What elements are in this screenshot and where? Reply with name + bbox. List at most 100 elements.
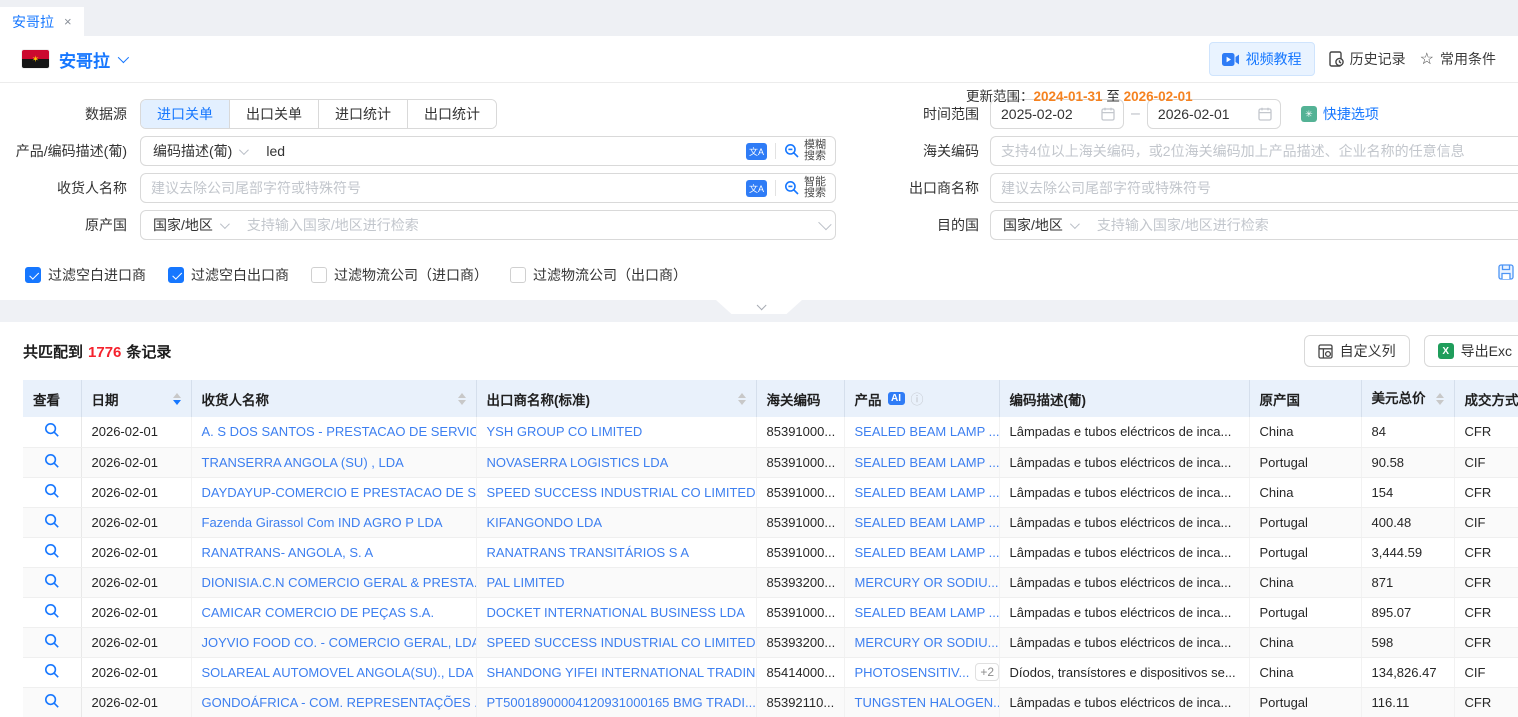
cell-exporter: SPEED SUCCESS INDUSTRIAL CO LIMITED	[476, 477, 756, 507]
view-detail-icon[interactable]	[44, 693, 60, 709]
origin-mode-select[interactable]: 国家/地区	[141, 215, 237, 235]
history-button[interactable]: 历史记录	[1329, 49, 1406, 69]
view-detail-icon[interactable]	[44, 663, 60, 679]
date-range-separator: –	[1131, 105, 1140, 123]
close-icon[interactable]: ×	[64, 15, 72, 28]
destination-country-input[interactable]	[1087, 211, 1518, 239]
exporter-link[interactable]: PT50018900004120931000165 BMG TRADI...	[487, 695, 756, 710]
customize-columns-button[interactable]: 自定义列	[1304, 335, 1410, 367]
checkbox-icon[interactable]	[25, 267, 41, 283]
collapse-panel-handle[interactable]	[716, 300, 802, 314]
view-detail-icon[interactable]	[44, 573, 60, 589]
exporter-input[interactable]	[991, 174, 1518, 202]
origin-country-input[interactable]	[237, 211, 818, 239]
product-link[interactable]: SEALED BEAM LAMP ...	[855, 485, 1000, 500]
data-source-tab[interactable]: 出口关单	[229, 100, 318, 128]
consignee-link[interactable]: CAMICAR COMERCIO DE PEÇAS S.A.	[202, 605, 435, 620]
sort-exporter[interactable]	[738, 393, 746, 405]
view-detail-icon[interactable]	[44, 483, 60, 499]
exporter-link[interactable]: PAL LIMITED	[487, 575, 565, 590]
cell-product: SEALED BEAM LAMP ...	[844, 477, 999, 507]
view-detail-icon[interactable]	[44, 603, 60, 619]
exporter-link[interactable]: YSH GROUP CO LIMITED	[487, 424, 643, 439]
product-link[interactable]: SEALED BEAM LAMP ...	[855, 545, 1000, 560]
search-icon	[784, 143, 800, 159]
video-tutorial-button[interactable]: 视频教程	[1209, 42, 1315, 76]
exporter-link[interactable]: SHANDONG YIFEI INTERNATIONAL TRADIN...	[487, 665, 757, 680]
translate-icon[interactable]: 文A	[746, 143, 767, 160]
chevron-down-icon[interactable]	[818, 217, 831, 230]
product-mode-select[interactable]: 编码描述(葡)	[141, 141, 256, 161]
checkbox-icon[interactable]	[510, 267, 526, 283]
cell-price: 598	[1361, 627, 1454, 657]
filter-panel: 更新范围：2024-01-31 至 2026-02-01 数据源 进口关单出口关…	[0, 83, 1518, 300]
cell-hs-code: 85391000...	[756, 477, 844, 507]
view-detail-icon[interactable]	[44, 422, 60, 438]
cell-date: 2026-02-01	[81, 447, 191, 477]
exporter-link[interactable]: SPEED SUCCESS INDUSTRIAL CO LIMITED	[487, 635, 756, 650]
exporter-link[interactable]: SPEED SUCCESS INDUSTRIAL CO LIMITED	[487, 485, 756, 500]
product-link[interactable]: SEALED BEAM LAMP ...	[855, 424, 1000, 439]
consignee-link[interactable]: TRANSERRA ANGOLA (SU) , LDA	[202, 455, 404, 470]
view-detail-icon[interactable]	[44, 453, 60, 469]
checkbox-icon[interactable]	[168, 267, 184, 283]
checkbox-icon[interactable]	[311, 267, 327, 283]
fuzzy-search-button[interactable]: 模糊搜索	[784, 140, 826, 162]
export-excel-button[interactable]: X 导出Exc	[1424, 335, 1518, 367]
hs-code-input[interactable]	[991, 137, 1518, 165]
filter-checkbox[interactable]: 过滤空白出口商	[168, 265, 289, 285]
data-source-tab[interactable]: 进口关单	[141, 100, 229, 128]
col-desc: 编码描述(葡)	[999, 380, 1249, 417]
info-icon[interactable]: ⓘ	[911, 389, 924, 408]
view-detail-icon[interactable]	[44, 633, 60, 649]
cell-desc: Lâmpadas e tubos eléctricos de inca...	[999, 627, 1249, 657]
exporter-link[interactable]: DOCKET INTERNATIONAL BUSINESS LDA	[487, 605, 745, 620]
filter-checkbox[interactable]: 过滤物流公司（进口商）	[311, 265, 488, 285]
consignee-input[interactable]	[141, 174, 737, 202]
exporter-link[interactable]: KIFANGONDO LDA	[487, 515, 603, 530]
product-link[interactable]: MERCURY OR SODIU...	[855, 635, 999, 650]
more-products-badge[interactable]: +2	[975, 663, 999, 681]
data-source-tab[interactable]: 出口统计	[407, 100, 496, 128]
col-date: 日期	[81, 380, 191, 417]
calendar-icon	[1101, 107, 1115, 121]
origin-country-box: 国家/地区	[140, 210, 836, 240]
exporter-link[interactable]: RANATRANS TRANSITÁRIOS S A	[487, 545, 690, 560]
consignee-link[interactable]: DAYDAYUP-COMERCIO E PRESTACAO DE S...	[202, 485, 477, 500]
data-source-tab[interactable]: 进口统计	[318, 100, 407, 128]
quick-options-button[interactable]: ✳ 快捷选项	[1301, 104, 1379, 124]
favorites-button[interactable]: ☆ 常用条件	[1420, 49, 1496, 69]
chevron-down-icon[interactable]	[118, 52, 129, 63]
view-detail-icon[interactable]	[44, 513, 60, 529]
filter-checkbox[interactable]: 过滤物流公司（出口商）	[510, 265, 687, 285]
consignee-link[interactable]: SOLAREAL AUTOMOVEL ANGOLA(SU)., LDA	[202, 665, 474, 680]
sort-date[interactable]	[173, 393, 181, 405]
consignee-link[interactable]: GONDOÁFRICA - COM. REPRESENTAÇÕES ...	[202, 695, 477, 710]
sort-consignee[interactable]	[458, 393, 466, 405]
exporter-link[interactable]: NOVASERRA LOGISTICS LDA	[487, 455, 669, 470]
cell-date: 2026-02-01	[81, 507, 191, 537]
product-link[interactable]: SEALED BEAM LAMP ...	[855, 605, 1000, 620]
tab-angola[interactable]: 安哥拉 ×	[0, 7, 84, 36]
product-link[interactable]: PHOTOSENSITIV...	[855, 665, 970, 680]
sort-price[interactable]	[1436, 393, 1444, 405]
destination-mode-select[interactable]: 国家/地区	[991, 215, 1087, 235]
consignee-link[interactable]: Fazenda Girassol Com IND AGRO P LDA	[202, 515, 443, 530]
cell-desc: Lâmpadas e tubos eléctricos de inca...	[999, 597, 1249, 627]
cell-hs-code: 85391000...	[756, 447, 844, 477]
smart-search-button[interactable]: 智能搜索	[784, 177, 826, 199]
view-detail-icon[interactable]	[44, 543, 60, 559]
consignee-link[interactable]: RANATRANS- ANGOLA, S. A	[202, 545, 374, 560]
product-link[interactable]: SEALED BEAM LAMP ...	[855, 515, 1000, 530]
product-link[interactable]: SEALED BEAM LAMP ...	[855, 455, 1000, 470]
filter-checkbox[interactable]: 过滤空白进口商	[25, 265, 146, 285]
consignee-link[interactable]: DIONISIA.C.N COMERCIO GERAL & PRESTA...	[202, 575, 477, 590]
product-link[interactable]: MERCURY OR SODIU...	[855, 575, 999, 590]
product-link[interactable]: TUNGSTEN HALOGEN...	[855, 695, 1000, 710]
product-search-input[interactable]	[256, 137, 737, 165]
cell-product: MERCURY OR SODIU...	[844, 627, 999, 657]
consignee-link[interactable]: A. S DOS SANTOS - PRESTACAO DE SERVIC...	[202, 424, 477, 439]
consignee-link[interactable]: JOYVIO FOOD CO. - COMERCIO GERAL, LDA	[202, 635, 477, 650]
save-condition-button[interactable]	[1498, 264, 1514, 280]
translate-icon[interactable]: 文A	[746, 180, 767, 197]
